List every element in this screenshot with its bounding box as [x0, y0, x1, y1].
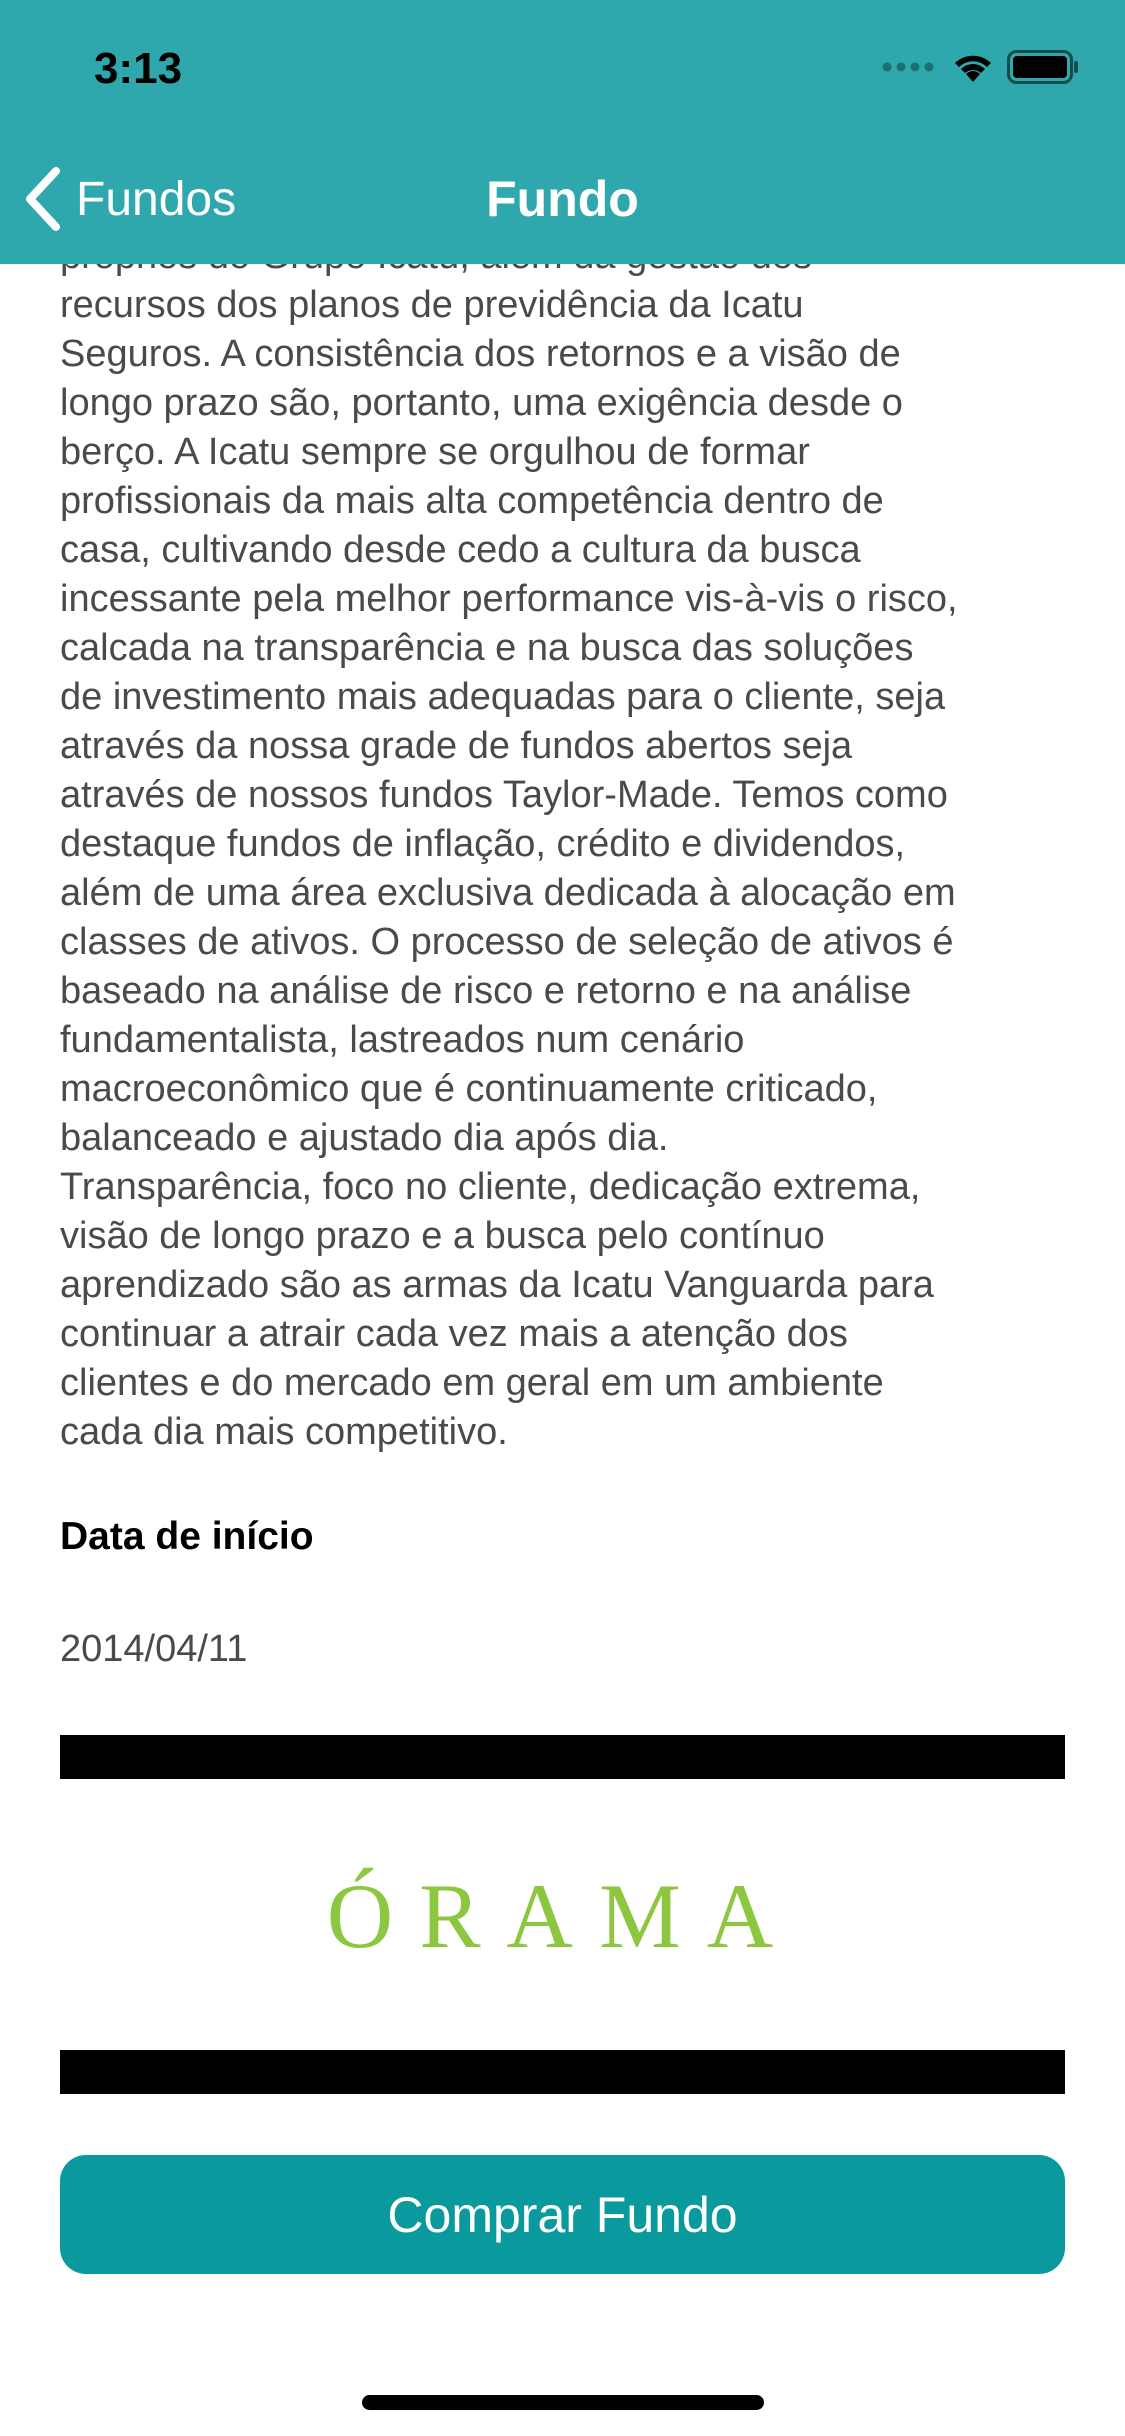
logo-frame-bottom-bar [60, 2050, 1065, 2094]
description-line: classes de ativos. O processo de seleção… [60, 921, 954, 963]
wifi-icon [955, 55, 991, 82]
status-icons [881, 50, 1079, 84]
description-line: calcada na transparência e na busca das … [60, 627, 914, 669]
description-line: visão de longo prazo e a busca pelo cont… [60, 1215, 825, 1257]
description-line: cada dia mais competitivo. [60, 1411, 508, 1453]
orama-logo: ÓRAMA [326, 1865, 798, 1967]
home-indicator[interactable] [362, 2395, 764, 2410]
buy-fund-button[interactable]: Comprar Fundo [60, 2155, 1065, 2274]
navigation-header: 3:13 Fundos Fundo [0, 0, 1125, 264]
start-date-value: 2014/04/11 [60, 1628, 248, 1670]
fund-manager-logo: ÓRAMA [60, 1779, 1065, 2050]
description-line: de investimento mais adequadas para o cl… [60, 676, 946, 718]
start-date-label: Data de início [60, 1515, 314, 1558]
logo-frame-top-bar [60, 1735, 1065, 1779]
description-line: balanceado e ajustado dia após dia. [60, 1117, 669, 1159]
description-line: além de uma área exclusiva dedicada à al… [60, 872, 956, 914]
description-line: berço. A Icatu sempre se orgulhou de for… [60, 431, 810, 473]
description-line: macroeconômico que é continuamente criti… [60, 1068, 878, 1110]
description-line: casa, cultivando desde cedo a cultura da… [60, 529, 861, 571]
battery-icon [1007, 50, 1078, 84]
description-line: profissionais da mais alta competência d… [60, 480, 884, 522]
description-line: continuar a atrair cada vez mais a atenç… [60, 1313, 848, 1355]
description-line: Transparência, foco no cliente, dedicaçã… [60, 1166, 921, 1208]
description-line: clientes e do mercado em geral em um amb… [60, 1362, 884, 1404]
status-time: 3:13 [94, 44, 183, 93]
description-line: aprendizado são as armas da Icatu Vangua… [60, 1264, 934, 1306]
description-line: incessante pela melhor performance vis-à… [60, 578, 958, 620]
description-line: através de nossos fundos Taylor-Made. Te… [60, 774, 948, 816]
fund-description: próprios do Grupo Icatu, além da gestão … [60, 232, 1070, 1457]
description-line: destaque fundos de inflação, crédito e d… [60, 823, 906, 865]
description-line: baseado na análise de risco e retorno e … [60, 970, 912, 1012]
description-line: através da nossa grade de fundos abertos… [60, 725, 853, 767]
description-line: Seguros. A consistência dos retornos e a… [60, 333, 901, 375]
page-title: Fundo [486, 171, 639, 227]
cellular-signal-icon [882, 62, 934, 72]
description-line: recursos dos planos de previdência da Ic… [60, 284, 804, 326]
description-line: fundamentalista, lastreados num cenário [60, 1019, 745, 1061]
fund-detail-scroll[interactable]: próprios do Grupo Icatu, além da gestão … [0, 0, 1125, 2436]
description-line: longo prazo são, portanto, uma exigência… [60, 382, 903, 424]
orama-logo-text: ÓRAMA [326, 1865, 798, 1967]
